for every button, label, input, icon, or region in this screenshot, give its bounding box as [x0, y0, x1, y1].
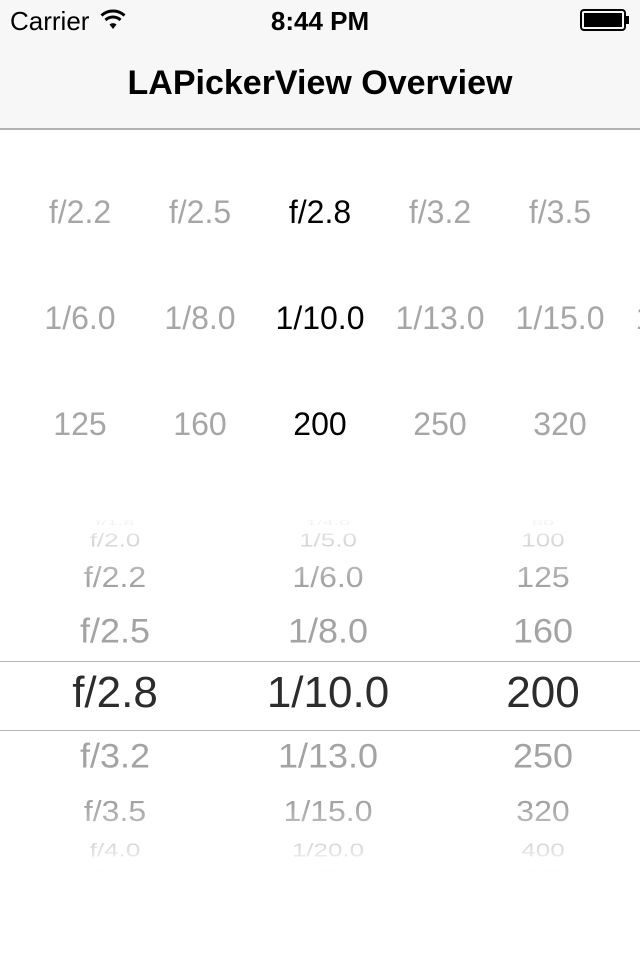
shutter-option[interactable]: 1/20.0 [620, 278, 640, 358]
aperture-horizontal-picker[interactable]: f/2.2f/2.5f/2.8f/3.2f/3.5f/4.0 [0, 172, 640, 252]
battery-icon [580, 9, 630, 36]
shutter-option[interactable]: 1/10.0 [260, 278, 380, 358]
aperture-option[interactable]: f/4.0 [620, 172, 640, 252]
wheel-fade-bottom [0, 805, 640, 873]
shutter-horizontal-picker[interactable]: 1/6.01/8.01/10.01/13.01/15.01/20.0 [0, 278, 640, 358]
aperture-option[interactable]: f/2.2 [20, 172, 140, 252]
shutter-wheel-option[interactable]: 1/8.0 [228, 613, 428, 649]
iso-horizontal-picker[interactable]: 125160200250320400 [0, 384, 640, 464]
selection-indicator-bottom [0, 730, 640, 731]
shutter-option[interactable]: 1/6.0 [20, 278, 140, 358]
aperture-option[interactable]: f/3.5 [500, 172, 620, 252]
shutter-wheel-option[interactable]: 1/10.0 [228, 671, 428, 715]
iso-option[interactable]: 200 [260, 384, 380, 464]
aperture-wheel-option[interactable]: f/2.5 [15, 613, 215, 649]
wheel-fade-top [0, 513, 640, 583]
shutter-option[interactable]: 1/15.0 [500, 278, 620, 358]
navigation-bar: LAPickerView Overview [0, 40, 640, 130]
aperture-wheel-option[interactable]: f/3.2 [15, 738, 215, 774]
iso-wheel-option[interactable]: 250 [443, 738, 640, 774]
iso-option[interactable]: 160 [140, 384, 260, 464]
clock: 8:44 PM [270, 6, 370, 36]
iso-wheel-option[interactable]: 160 [443, 613, 640, 649]
iso-option[interactable]: 250 [380, 384, 500, 464]
shutter-option[interactable]: 1/13.0 [380, 278, 500, 358]
aperture-wheel-option[interactable]: f/2.8 [15, 671, 215, 715]
aperture-option[interactable]: f/3.2 [380, 172, 500, 252]
iso-option[interactable]: 400 [620, 384, 640, 464]
aperture-option[interactable]: f/2.8 [260, 172, 380, 252]
iso-option[interactable]: 125 [20, 384, 140, 464]
shutter-option[interactable]: 1/8.0 [140, 278, 260, 358]
iso-option[interactable]: 320 [500, 384, 620, 464]
selection-indicator-top [0, 661, 640, 662]
shutter-wheel-option[interactable]: 1/13.0 [228, 738, 428, 774]
page-title: LAPickerView Overview [127, 64, 513, 102]
aperture-option[interactable]: f/2.5 [140, 172, 260, 252]
iso-wheel-option[interactable]: 200 [443, 671, 640, 715]
status-bar: Carrier 8:44 PM [0, 0, 640, 40]
